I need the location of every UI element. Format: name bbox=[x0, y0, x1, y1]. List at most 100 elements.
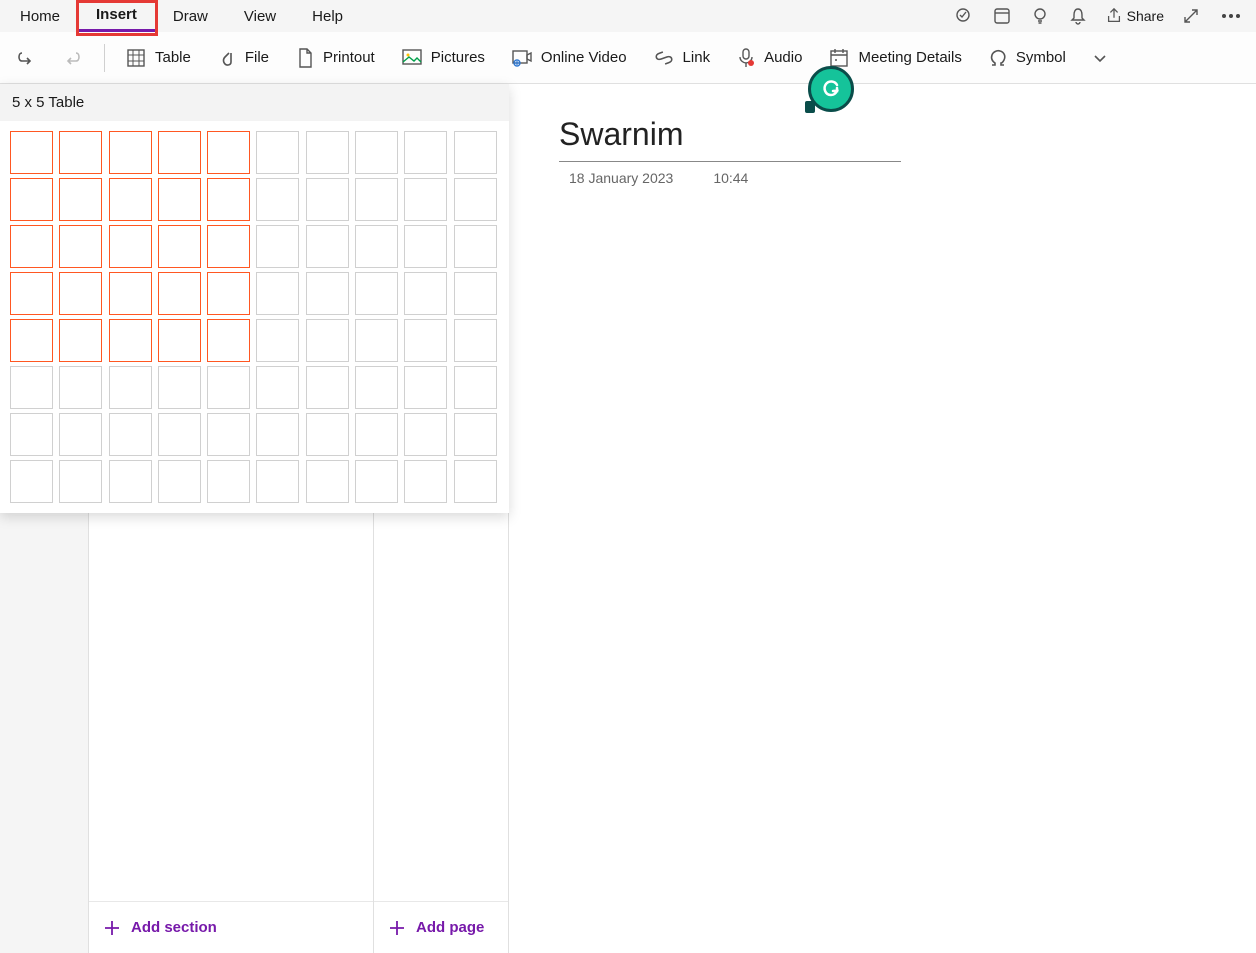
table-cell[interactable] bbox=[404, 460, 447, 503]
table-cell[interactable] bbox=[306, 413, 349, 456]
table-cell[interactable] bbox=[454, 460, 497, 503]
table-cell[interactable] bbox=[454, 366, 497, 409]
table-cell[interactable] bbox=[109, 460, 152, 503]
table-cell[interactable] bbox=[306, 319, 349, 362]
table-cell[interactable] bbox=[355, 460, 398, 503]
table-cell[interactable] bbox=[256, 366, 299, 409]
table-cell[interactable] bbox=[158, 413, 201, 456]
feed-icon[interactable] bbox=[991, 5, 1013, 27]
table-cell[interactable] bbox=[404, 272, 447, 315]
table-cell[interactable] bbox=[158, 272, 201, 315]
table-cell[interactable] bbox=[109, 319, 152, 362]
table-cell[interactable] bbox=[454, 178, 497, 221]
table-cell[interactable] bbox=[404, 178, 447, 221]
table-cell[interactable] bbox=[306, 131, 349, 174]
page-canvas[interactable]: Swarnim 18 January 2023 10:44 bbox=[509, 84, 1256, 953]
table-cell[interactable] bbox=[109, 272, 152, 315]
table-cell[interactable] bbox=[10, 413, 53, 456]
add-section-button[interactable]: Add section bbox=[89, 901, 373, 953]
table-cell[interactable] bbox=[355, 131, 398, 174]
page-title[interactable]: Swarnim bbox=[559, 116, 901, 162]
table-cell[interactable] bbox=[404, 131, 447, 174]
table-cell[interactable] bbox=[109, 225, 152, 268]
table-cell[interactable] bbox=[10, 178, 53, 221]
table-cell[interactable] bbox=[59, 366, 102, 409]
sync-icon[interactable] bbox=[953, 5, 975, 27]
table-cell[interactable] bbox=[306, 366, 349, 409]
file-button[interactable]: File bbox=[211, 43, 275, 73]
fullscreen-icon[interactable] bbox=[1180, 5, 1202, 27]
redo-button[interactable] bbox=[56, 43, 90, 73]
printout-button[interactable]: Printout bbox=[289, 43, 381, 73]
menu-view[interactable]: View bbox=[226, 2, 294, 31]
link-button[interactable]: Link bbox=[647, 45, 717, 71]
table-cell[interactable] bbox=[10, 272, 53, 315]
table-cell[interactable] bbox=[10, 131, 53, 174]
table-cell[interactable] bbox=[256, 319, 299, 362]
table-cell[interactable] bbox=[59, 413, 102, 456]
table-cell[interactable] bbox=[59, 131, 102, 174]
table-cell[interactable] bbox=[59, 225, 102, 268]
table-cell[interactable] bbox=[306, 460, 349, 503]
table-cell[interactable] bbox=[158, 178, 201, 221]
menu-insert[interactable]: Insert bbox=[78, 0, 155, 32]
table-cell[interactable] bbox=[10, 366, 53, 409]
table-cell[interactable] bbox=[355, 178, 398, 221]
table-cell[interactable] bbox=[109, 131, 152, 174]
table-cell[interactable] bbox=[109, 413, 152, 456]
table-cell[interactable] bbox=[109, 178, 152, 221]
table-cell[interactable] bbox=[158, 131, 201, 174]
table-cell[interactable] bbox=[454, 225, 497, 268]
table-cell[interactable] bbox=[59, 272, 102, 315]
table-cell[interactable] bbox=[306, 225, 349, 268]
undo-button[interactable] bbox=[8, 43, 42, 73]
table-cell[interactable] bbox=[256, 178, 299, 221]
table-cell[interactable] bbox=[207, 366, 250, 409]
table-cell[interactable] bbox=[355, 225, 398, 268]
table-cell[interactable] bbox=[256, 225, 299, 268]
grammarly-badge[interactable] bbox=[808, 66, 854, 112]
table-picker-grid[interactable] bbox=[0, 121, 509, 513]
table-cell[interactable] bbox=[59, 178, 102, 221]
table-cell[interactable] bbox=[404, 225, 447, 268]
table-cell[interactable] bbox=[454, 413, 497, 456]
table-cell[interactable] bbox=[306, 272, 349, 315]
meeting-details-button[interactable]: Meeting Details bbox=[822, 43, 967, 73]
table-cell[interactable] bbox=[158, 225, 201, 268]
table-cell[interactable] bbox=[207, 319, 250, 362]
lightbulb-icon[interactable] bbox=[1029, 5, 1051, 27]
bell-icon[interactable] bbox=[1067, 5, 1089, 27]
menu-draw[interactable]: Draw bbox=[155, 2, 226, 31]
table-cell[interactable] bbox=[256, 413, 299, 456]
pictures-button[interactable]: Pictures bbox=[395, 44, 491, 72]
table-cell[interactable] bbox=[355, 413, 398, 456]
table-button[interactable]: Table bbox=[119, 43, 197, 73]
ribbon-expand-button[interactable] bbox=[1092, 50, 1108, 66]
table-cell[interactable] bbox=[355, 366, 398, 409]
table-cell[interactable] bbox=[207, 178, 250, 221]
table-cell[interactable] bbox=[256, 460, 299, 503]
table-cell[interactable] bbox=[404, 319, 447, 362]
audio-button[interactable]: Audio bbox=[730, 43, 808, 73]
menu-help[interactable]: Help bbox=[294, 2, 361, 31]
table-cell[interactable] bbox=[454, 272, 497, 315]
online-video-button[interactable]: Online Video bbox=[505, 44, 633, 72]
table-cell[interactable] bbox=[355, 319, 398, 362]
table-cell[interactable] bbox=[404, 366, 447, 409]
symbol-button[interactable]: Symbol bbox=[982, 44, 1072, 72]
table-cell[interactable] bbox=[59, 460, 102, 503]
table-cell[interactable] bbox=[158, 460, 201, 503]
table-cell[interactable] bbox=[207, 131, 250, 174]
table-cell[interactable] bbox=[158, 319, 201, 362]
table-cell[interactable] bbox=[207, 460, 250, 503]
table-cell[interactable] bbox=[10, 460, 53, 503]
table-cell[interactable] bbox=[454, 131, 497, 174]
table-cell[interactable] bbox=[207, 272, 250, 315]
menu-home[interactable]: Home bbox=[2, 2, 78, 31]
table-cell[interactable] bbox=[306, 178, 349, 221]
table-cell[interactable] bbox=[59, 319, 102, 362]
table-cell[interactable] bbox=[158, 366, 201, 409]
table-cell[interactable] bbox=[355, 272, 398, 315]
more-icon[interactable] bbox=[1218, 14, 1244, 18]
table-cell[interactable] bbox=[207, 413, 250, 456]
